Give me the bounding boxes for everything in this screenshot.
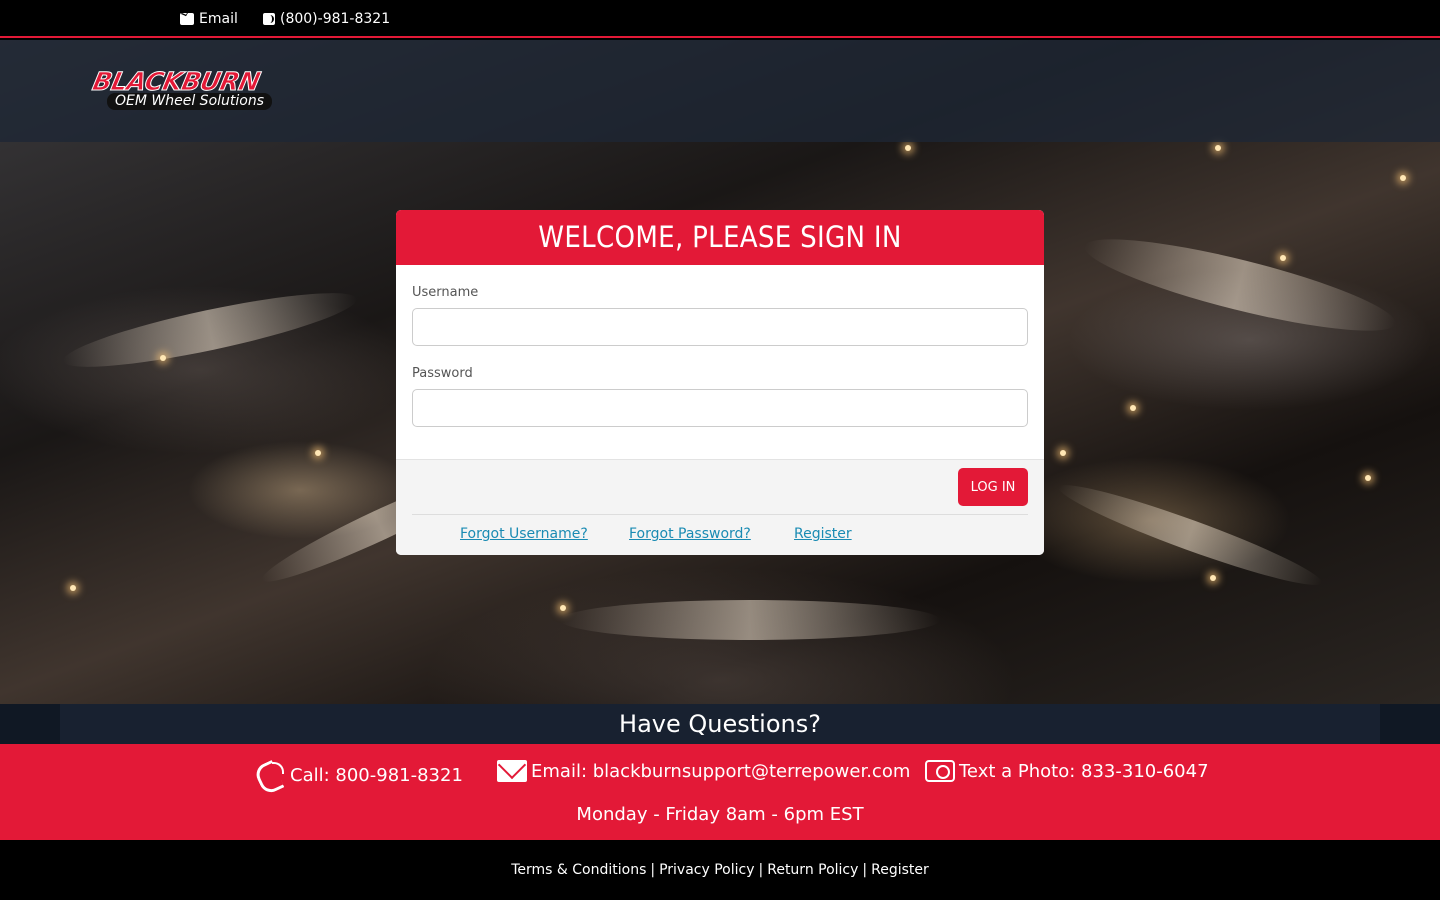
logo-brand-text: BLACKBURN (90, 67, 263, 97)
terms-link[interactable]: Terms & Conditions (511, 862, 646, 878)
email-contact[interactable]: Email: blackburnsupport@terrepower.com (497, 760, 910, 782)
questions-heading: Have Questions? (60, 704, 1380, 744)
log-in-button[interactable]: LOG IN (958, 468, 1028, 506)
forgot-username-link[interactable]: Forgot Username? (460, 526, 588, 542)
footer-separator: | (758, 862, 764, 878)
contact-section: Call: 800-981-8321 Email: blackburnsuppo… (0, 744, 1440, 840)
login-card-footer: LOG IN Forgot Username? Forgot Password?… (396, 459, 1044, 555)
questions-band: Have Questions? (0, 704, 1440, 744)
username-label: Username (412, 285, 479, 300)
top-contact-bar: Email (800)-981-8321 (0, 0, 1440, 38)
login-form: Username Password (396, 265, 1044, 459)
footer-separator: | (650, 862, 656, 878)
email-text: Email: blackburnsupport@terrepower.com (531, 760, 911, 782)
call-text: Call: 800-981-8321 (290, 764, 463, 786)
envelope-icon (497, 760, 527, 782)
login-title: WELCOME, PLEASE SIGN IN (396, 210, 1044, 265)
business-hours: Monday - Friday 8am - 6pm EST (576, 804, 864, 825)
blackburn-logo[interactable]: BLACKBURN OEM Wheel Solutions (90, 67, 283, 113)
envelope-icon (180, 13, 194, 25)
footer-register-link[interactable]: Register (871, 862, 929, 878)
text-photo-contact[interactable]: Text a Photo: 833-310-6047 (925, 760, 1209, 782)
login-card: WELCOME, PLEASE SIGN IN Username Passwor… (396, 210, 1044, 555)
footer-separator: | (862, 862, 868, 878)
footer-divider (412, 514, 1028, 515)
site-footer: Terms & Conditions | Privacy Policy | Return… (0, 840, 1440, 900)
top-phone-link[interactable]: (800)-981-8321 (263, 11, 390, 27)
forgot-password-link[interactable]: Forgot Password? (629, 526, 751, 542)
logo-tagline: OEM Wheel Solutions (107, 93, 273, 110)
privacy-link[interactable]: Privacy Policy (659, 862, 754, 878)
username-input[interactable] (412, 308, 1028, 346)
password-label: Password (412, 366, 473, 381)
phone-icon (256, 760, 286, 790)
password-input[interactable] (412, 389, 1028, 427)
return-policy-link[interactable]: Return Policy (767, 862, 858, 878)
top-email-label: Email (199, 11, 238, 27)
phone-icon (263, 13, 275, 25)
text-photo-text: Text a Photo: 833-310-6047 (959, 760, 1209, 782)
register-link[interactable]: Register (794, 526, 852, 542)
top-phone-label: (800)-981-8321 (280, 11, 391, 27)
top-email-link[interactable]: Email (180, 11, 238, 27)
camera-icon (925, 760, 955, 782)
call-contact[interactable]: Call: 800-981-8321 (256, 760, 463, 790)
